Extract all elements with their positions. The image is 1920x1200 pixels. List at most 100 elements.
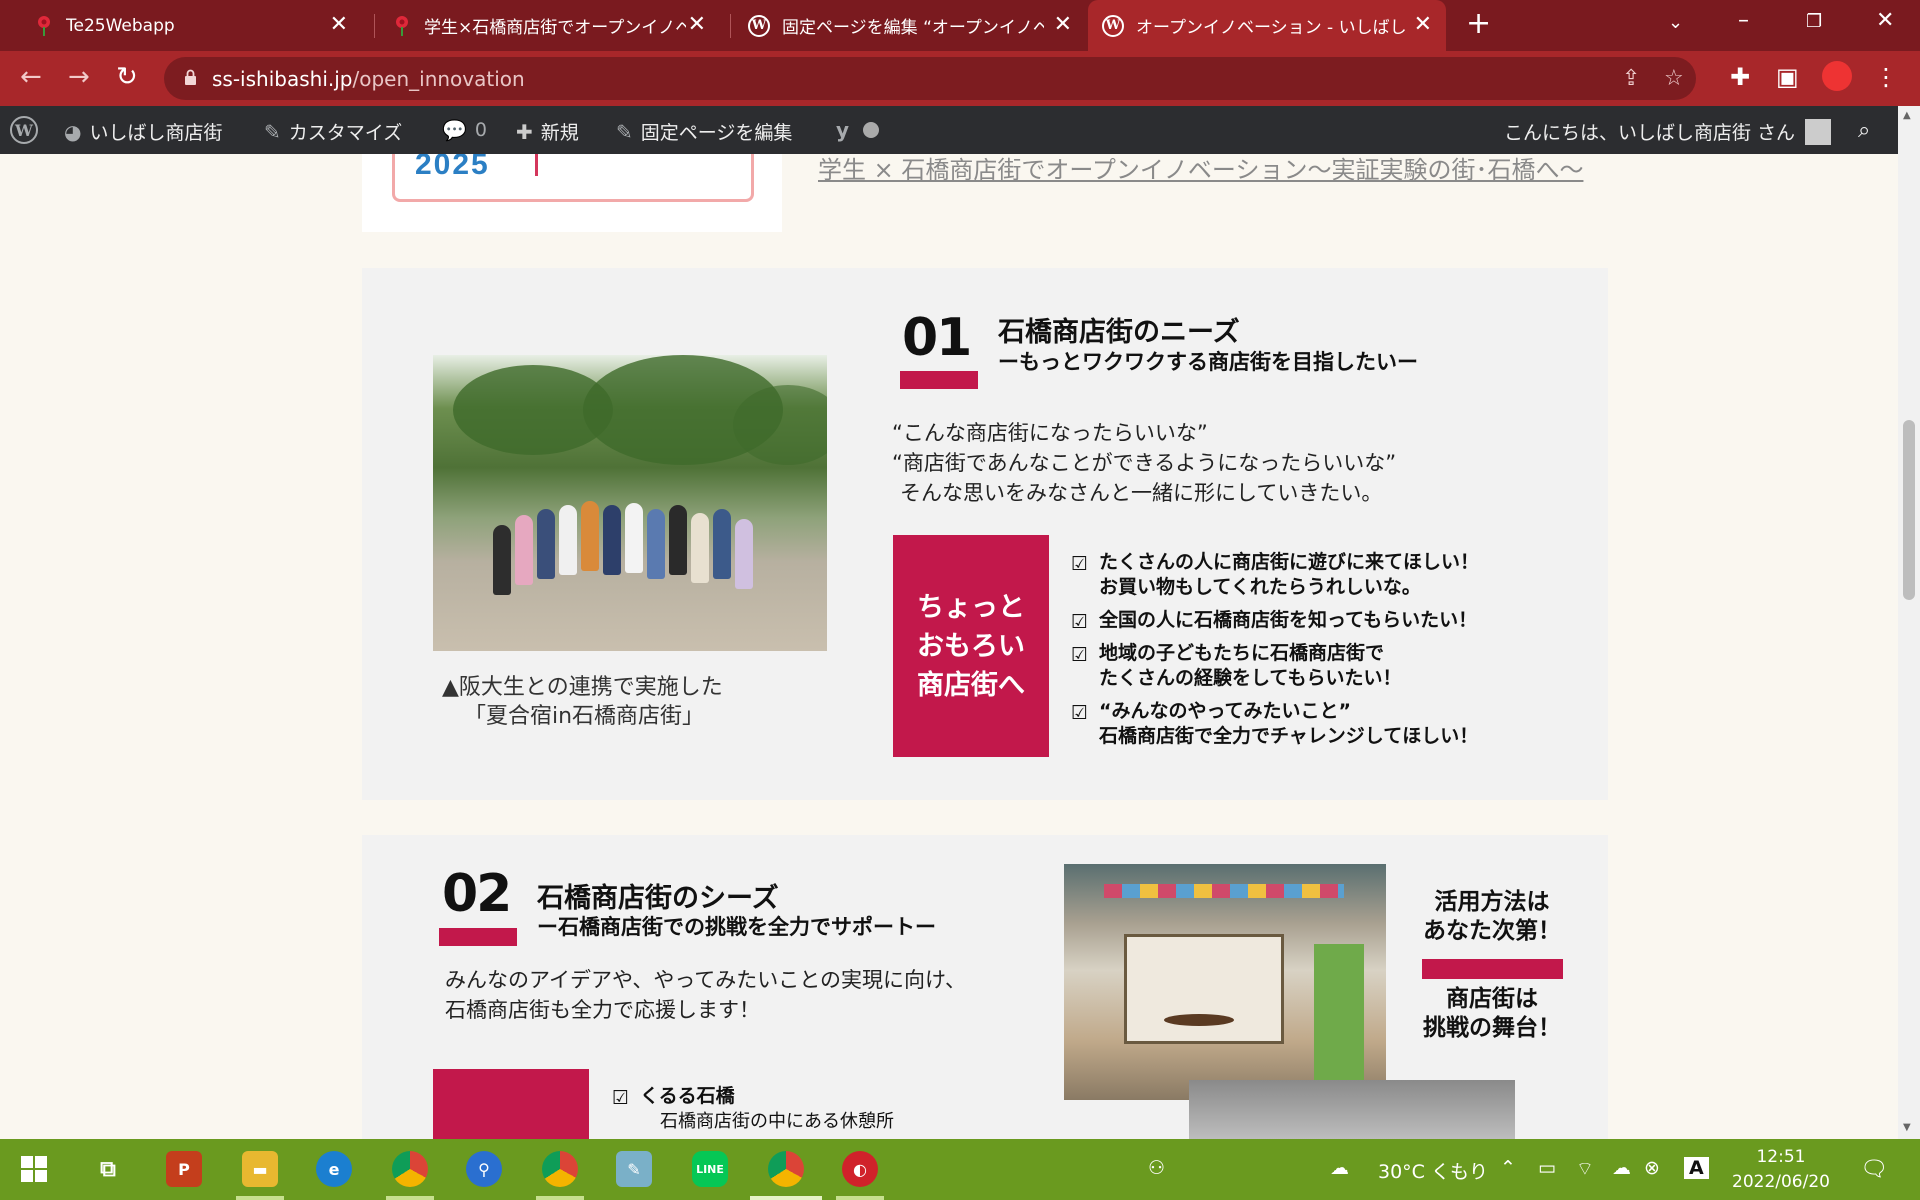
admin-new[interactable]: ✚ 新規 (516, 118, 579, 145)
tab-student-ishibashi[interactable]: 学生×石橋商店街でオープンイノベーシ ✕ (378, 0, 720, 51)
battery-icon[interactable]: ▭ (1538, 1157, 1556, 1179)
expo-logo: 2025 (392, 154, 754, 202)
weather-text[interactable]: 30°C くもり (1378, 1157, 1488, 1184)
browser-toolbar: ← → ↻ ss-ishibashi.jp/open_innovation ⇪ … (0, 51, 1920, 106)
trend-micro-icon[interactable]: ◐ (842, 1151, 878, 1187)
person (559, 505, 577, 575)
share-icon[interactable]: ⇪ (1622, 66, 1640, 91)
tab-te25webapp[interactable]: Te25Webapp ✕ (20, 0, 362, 51)
window-close-icon[interactable]: ✕ (1876, 8, 1894, 33)
admin-search[interactable]: ⌕ (1858, 118, 1870, 143)
file-explorer-icon[interactable]: ▬ (242, 1151, 278, 1187)
back-icon[interactable]: ← (20, 62, 42, 92)
page-scrollbar[interactable]: ▲ ▼ (1898, 106, 1920, 1139)
notification-icon[interactable]: 🗨 (1860, 1157, 1888, 1182)
people-icon[interactable]: ⚇ (1148, 1157, 1165, 1179)
search-icon: ⌕ (1858, 118, 1871, 143)
reload-icon[interactable]: ↻ (116, 62, 138, 92)
wordpress-favicon-icon: W (1102, 14, 1124, 37)
scroll-up-arrow-icon[interactable]: ▲ (1903, 110, 1911, 121)
edge-icon[interactable]: e (316, 1151, 352, 1187)
admin-site-name[interactable]: ◕ いしばし商店街 (64, 118, 222, 145)
minimize-icon[interactable]: – (1738, 8, 1749, 33)
close-tab-icon[interactable]: ✕ (688, 12, 706, 37)
comment-bubble-icon: 💬 (442, 118, 467, 142)
pink-box-line: おもろい (917, 630, 1025, 662)
extensions-puzzle-icon[interactable]: ✚ (1730, 63, 1750, 91)
wp-logo-button[interactable]: W (10, 116, 38, 144)
checklist-item: ☑ たくさんの人に商店街に遊びに来てほしい！ お買い物もしてくれたらうれしいな。 (1071, 550, 1479, 600)
quote-line: そんな思いをみなさんと一緒に形にしていきたい。 (900, 481, 1383, 505)
profile-avatar-icon[interactable] (1822, 61, 1852, 91)
seeds-section: 02 石橋商店街のシーズ ー石橋商店街での挑戦を全力でサポートー みんなのアイデ… (362, 835, 1608, 1139)
checkbox-icon: ☑ (1071, 702, 1089, 724)
side-callout-bar (1422, 959, 1563, 979)
tab-title: 固定ページを編集 “オープンイノベーシ (782, 18, 1044, 38)
windows-start-icon[interactable] (16, 1151, 52, 1187)
checklist-item: ☑ 全国の人に石橋商店街を知ってもらいたい！ (1071, 608, 1479, 633)
support-box (433, 1069, 589, 1139)
cloud-weather-icon[interactable]: ☁ (1330, 1157, 1349, 1179)
notepad-icon[interactable]: ✎ (616, 1151, 652, 1187)
pink-box-line: 商店街へ (917, 669, 1025, 701)
close-tab-icon[interactable]: ✕ (1054, 12, 1072, 37)
chrome-active-icon[interactable] (768, 1151, 804, 1187)
restore-icon[interactable]: ❐ (1806, 11, 1822, 32)
tray-chevron-up-icon[interactable]: ⌃ (1500, 1157, 1516, 1179)
admin-customize[interactable]: ✎ カスタマイズ (264, 118, 402, 145)
admin-yoast[interactable]: y (836, 118, 880, 142)
admin-edit-page[interactable]: ✎ 固定ページを編集 (616, 118, 792, 145)
bookmark-star-icon[interactable]: ☆ (1664, 66, 1684, 91)
system-clock[interactable]: 12:51 2022/06/20 (1732, 1145, 1830, 1195)
menu-kebab-icon[interactable]: ⋮ (1874, 63, 1898, 91)
checkbox-icon: ☑ (1071, 611, 1089, 633)
clock-time: 12:51 (1756, 1147, 1806, 1167)
wifi-icon[interactable]: ⌔ (1576, 1157, 1594, 1181)
checkbox-icon: ☑ (612, 1087, 630, 1109)
scrollbar-thumb[interactable] (1903, 420, 1915, 600)
admin-site-name-label: いしばし商店街 (89, 122, 223, 144)
person (603, 505, 621, 575)
side-line: あなた次第！ (1423, 918, 1561, 944)
tab-search-chevron-icon[interactable]: ⌄ (1668, 12, 1683, 33)
active-app-indicator (750, 1196, 822, 1200)
tree-canopy (733, 385, 827, 465)
line-app-icon[interactable]: LINE (692, 1151, 728, 1187)
lock-icon (185, 69, 196, 85)
new-tab-icon[interactable]: + (1466, 6, 1491, 41)
photo-caption: ▲阪大生との連携で実施した 「夏合宿in石橋商店街」 (442, 673, 723, 731)
close-tab-icon[interactable]: ✕ (330, 12, 348, 37)
checkbox-icon: ☑ (1071, 553, 1089, 575)
table (1164, 1014, 1234, 1026)
pencil-icon: ✎ (616, 119, 633, 144)
forward-icon[interactable]: → (68, 62, 90, 92)
powerpoint-icon[interactable]: P (166, 1151, 202, 1187)
tab-title: 学生×石橋商店街でオープンイノベーシ (424, 18, 686, 38)
address-bar[interactable]: ss-ishibashi.jp/open_innovation ⇪ ☆ (164, 57, 1696, 100)
admin-comments[interactable]: 💬 0 (442, 118, 487, 142)
pink-box-line: ちょっと (917, 591, 1025, 623)
scroll-down-arrow-icon[interactable]: ▼ (1903, 1122, 1911, 1133)
wordpress-logo-icon: W (10, 116, 38, 144)
related-article-link[interactable]: 学生 × 石橋商店街でオープンイノベーション～実証実験の街･石橋へ～ (818, 154, 1583, 185)
person (625, 503, 643, 573)
search-tool-icon[interactable]: ⚲ (466, 1151, 502, 1187)
chrome-icon[interactable] (392, 1151, 428, 1187)
chrome-profile-icon[interactable] (542, 1151, 578, 1187)
tab-open-innovation[interactable]: W オープンイノベーション - いしばし商店街 ✕ (1088, 0, 1446, 51)
admin-account[interactable]: こんにちは、いしばし商店街 さん (1504, 118, 1832, 145)
seeds-body: みんなのアイデアや、やってみたいことの実現に向け、 石橋商店街も全力で応援します… (445, 965, 966, 1025)
onedrive-icon[interactable]: ☁ (1612, 1157, 1631, 1179)
ime-icon[interactable]: A (1684, 1157, 1709, 1179)
blocked-icon[interactable]: ⊗ (1644, 1157, 1660, 1179)
side-panel-icon[interactable]: ▣ (1776, 63, 1799, 91)
fun-shopping-street-box: ちょっと おもろい 商店街へ (893, 535, 1049, 757)
person (515, 515, 533, 585)
tab-edit-page[interactable]: W 固定ページを編集 “オープンイノベーシ ✕ (734, 0, 1086, 51)
checklist-item: ☑ くるる石橋 石橋商店街の中にある休憩所 (612, 1084, 894, 1134)
url-host: ss-ishibashi.jp (212, 67, 353, 91)
section-number: 02 (442, 864, 512, 924)
close-tab-icon[interactable]: ✕ (1414, 12, 1432, 37)
tab-title: Te25Webapp (66, 15, 175, 36)
task-view-icon[interactable]: ⧉ (90, 1151, 126, 1187)
